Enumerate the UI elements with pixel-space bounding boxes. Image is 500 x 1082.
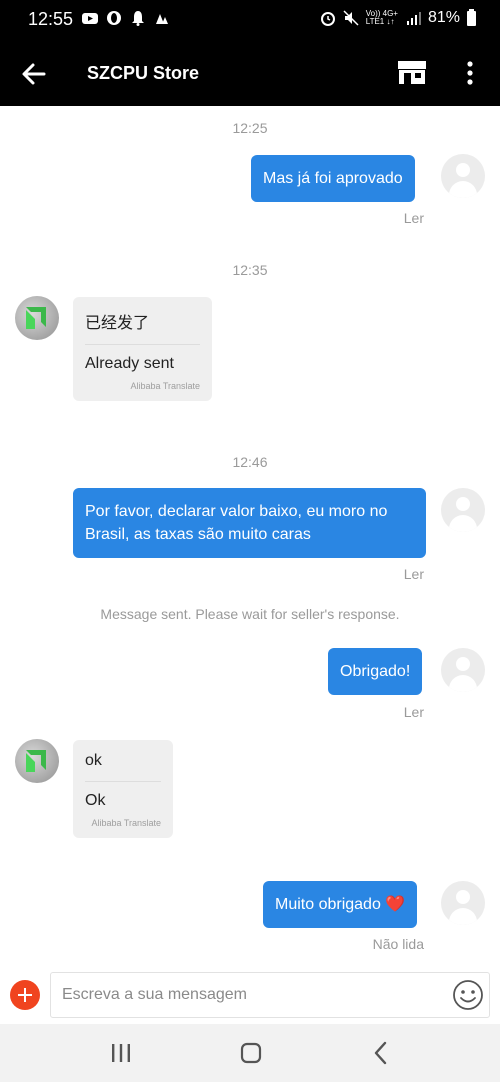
app-bar: SZCPU Store [0,40,500,106]
vpn-app-icon [156,14,168,24]
system-message: Message sent. Please wait for seller's r… [100,606,400,622]
sent-message-bubble[interactable]: Obrigado! [328,648,423,695]
translation-credit: Alibaba Translate [130,381,200,391]
network-label-bottom: LTE1 ↓↑ [365,17,395,26]
nav-home-icon[interactable] [240,1042,262,1064]
received-message-bubble[interactable]: ok Ok Alibaba Translate [73,740,173,838]
seller-logo-icon[interactable] [15,296,59,340]
sent-message-bubble[interactable]: Muito obrigado ❤️ [263,881,418,928]
sent-message-bubble[interactable]: Por favor, declarar valor baixo, eu moro… [73,488,426,558]
seller-logo-icon[interactable] [15,739,59,783]
youtube-icon [82,13,98,24]
nav-back-icon[interactable] [372,1041,390,1065]
message-input[interactable] [50,972,490,1018]
user-avatar-icon [441,881,485,925]
user-avatar-icon [441,154,485,198]
bell-icon [132,11,144,26]
opera-icon [107,11,121,25]
store-icon[interactable] [396,58,428,86]
mute-icon [343,10,359,26]
message-status: Ler [403,210,424,226]
signal-icon [406,12,421,25]
status-notification-icons [82,10,170,26]
add-icon[interactable] [10,980,40,1010]
heart-emoji: ❤️ [385,896,406,913]
timestamp: 12:35 [232,262,268,278]
timestamp: 12:46 [232,454,268,470]
chat-area[interactable]: 12:25 Mas já foi aprovado Ler 12:35 已经发了… [0,106,500,966]
more-vert-icon[interactable] [460,58,480,88]
back-arrow-icon[interactable] [20,60,48,88]
translated-text: Already sent [85,355,174,372]
emoji-icon[interactable] [452,979,484,1011]
sent-message-bubble[interactable]: Mas já foi aprovado [251,155,415,202]
user-avatar-icon [441,488,485,532]
message-text: Muito obrigado [275,896,381,913]
received-message-bubble[interactable]: 已经发了 Already sent Alibaba Translate [73,297,212,401]
message-status: Ler [403,566,424,582]
status-system-icons: Vo)) 4G+ LTE1 ↓↑ 81% [320,8,476,27]
status-bar: 12:55 Vo)) 4G+ LTE1 ↓↑ 81% [0,0,500,40]
status-time: 12:55 [28,9,74,29]
translated-text: Ok [85,792,106,809]
alarm-icon [320,12,335,26]
original-text: ok [85,740,161,782]
nav-recent-icon[interactable] [110,1043,132,1063]
store-title: SZCPU Store [87,63,200,83]
message-status: Não lida [372,936,424,952]
composer-bar [0,966,500,1024]
network-label: Vo)) 4G+ LTE1 ↓↑ [366,10,398,26]
battery-icon [467,8,476,26]
battery-percent: 81% [427,9,460,26]
message-status: Ler [403,704,424,720]
original-text: 已经发了 [85,297,200,345]
user-avatar-icon [441,648,485,692]
translation-credit: Alibaba Translate [91,818,161,828]
timestamp: 12:25 [232,120,268,136]
system-nav-bar [0,1024,500,1082]
